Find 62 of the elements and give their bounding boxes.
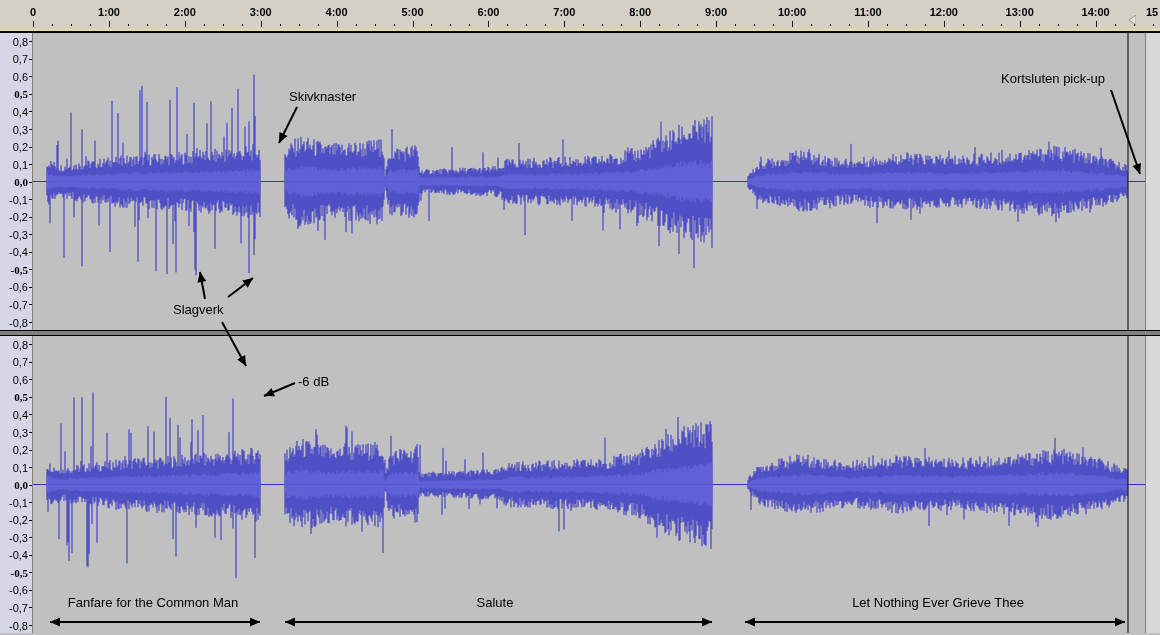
time-label: 4:00 [325,6,348,18]
amplitude-label: 0,1 [12,461,28,474]
time-label: 6:00 [477,6,500,18]
amplitude-label: -0,2 [9,514,28,527]
amplitude-label: 0,3 [12,426,28,439]
time-label: 15 [1145,6,1159,18]
time-label: 3:00 [249,6,272,18]
time-label: 2:00 [173,6,196,18]
amplitude-label: 0,4 [12,408,28,421]
amplitude-label: 0,6 [12,70,28,83]
time-label: 1:00 [97,6,120,18]
amplitude-label: 0,0 [14,176,28,189]
amplitude-label: 0,0 [14,479,28,492]
song-title: Let Nothing Ever Grieve Thee [852,595,1024,610]
amplitude-label: -0,5 [10,566,28,579]
amplitude-label: 0,7 [12,356,28,369]
amplitude-label: 0,6 [12,373,28,386]
arrow [197,271,207,300]
annotation-label: Slagverk [173,302,224,317]
time-label: 8:00 [629,6,652,18]
time-label: 5:00 [401,6,424,18]
amplitude-label: 0,7 [12,53,28,66]
amplitude-label: -0,4 [9,549,28,562]
time-label: 9:00 [705,6,728,18]
amplitude-label: -0,3 [9,228,28,241]
amplitude-label: 0,8 [12,338,28,351]
time-label: 14:00 [1081,6,1110,18]
amplitude-label: -0,5 [10,263,28,276]
annotation-label: Kortsluten pick-up [1001,71,1106,86]
time-label: 10:00 [777,6,807,18]
amplitude-label: -0,8 [9,619,28,632]
amplitude-label: 0,2 [12,444,28,457]
amplitude-label: 0,5 [14,88,28,101]
amplitude-label: -0,1 [9,193,28,206]
amplitude-label: -0,3 [9,531,28,544]
amplitude-label: -0,6 [9,584,28,597]
amplitude-label: 0,3 [12,123,28,136]
arrow [263,382,296,397]
amplitude-label: -0,7 [9,601,28,614]
time-label: 0 [29,6,37,18]
song-title: Fanfare for the Common Man [67,595,239,610]
amplitude-label: -0,7 [9,298,28,311]
annotation-label: -6 dB [298,374,330,389]
arrow [278,106,298,144]
amplitude-label: -0,8 [9,316,28,329]
arrow [227,277,254,298]
time-label: 12:00 [929,6,958,18]
amplitude-label: -0,1 [9,496,28,509]
amplitude-label: 0,4 [12,105,28,118]
amplitude-label: -0,2 [9,211,28,224]
amplitude-label: -0,6 [9,281,28,294]
amplitude-label: -0,4 [9,246,28,259]
annotation-label: Skivknaster [289,89,357,104]
time-label: 11:00 [854,6,882,18]
triangle-icon [1129,15,1136,25]
amplitude-label: 0,5 [14,391,28,404]
time-label: 13:00 [1005,6,1034,18]
amplitude-label: 0,8 [12,35,28,48]
song-title: Salute [476,595,514,610]
amplitude-label: 0,1 [12,158,28,171]
time-label: 7:00 [553,6,576,18]
amplitude-label: 0,2 [12,141,28,154]
